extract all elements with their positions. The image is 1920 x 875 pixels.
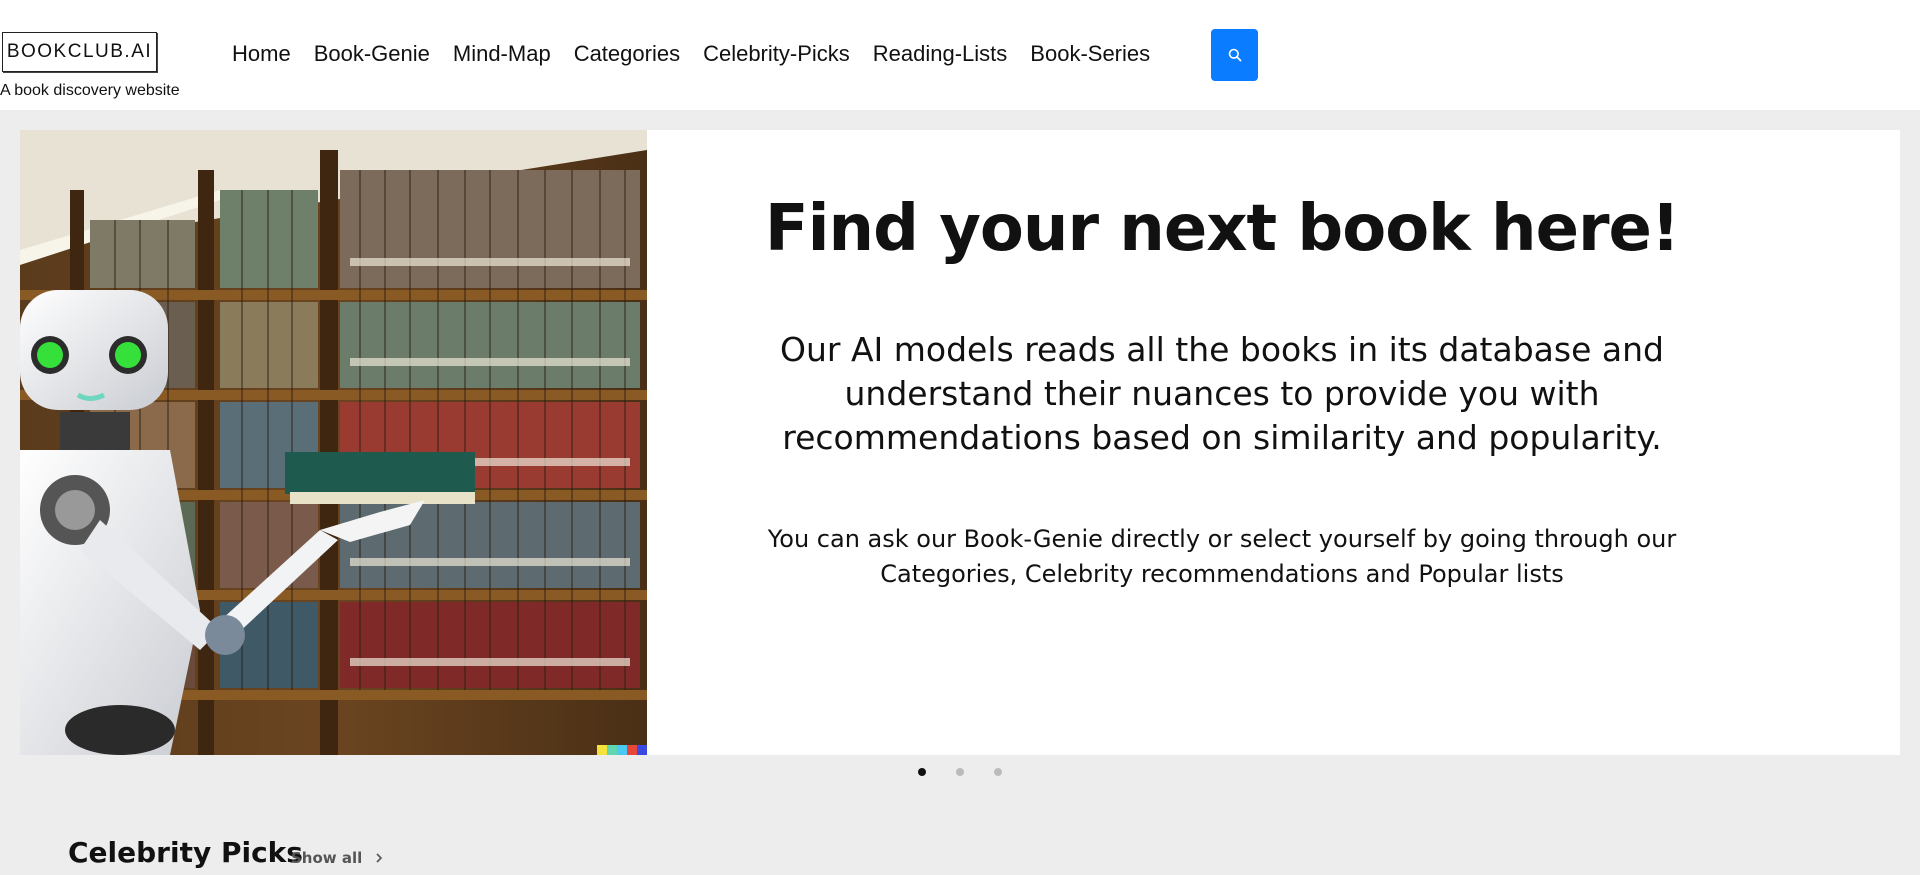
nav-reading-lists[interactable]: Reading-Lists [873, 41, 1008, 67]
hero-title: Find your next book here! [764, 192, 1680, 266]
hero-robot-library-image [20, 130, 647, 755]
hero-subdescription: You can ask our Book-Genie directly or s… [767, 525, 1677, 588]
main-nav: Home Book-Genie Mind-Map Categories Cele… [232, 41, 1173, 67]
carousel-dot-2[interactable] [956, 768, 964, 776]
nav-home[interactable]: Home [232, 41, 291, 67]
carousel-dot-1[interactable] [918, 768, 926, 776]
nav-categories[interactable]: Categories [574, 41, 680, 67]
carousel-indicators [918, 768, 1002, 776]
nav-book-series[interactable]: Book-Series [1030, 41, 1150, 67]
nav-mind-map[interactable]: Mind-Map [453, 41, 551, 67]
nav-book-genie[interactable]: Book-Genie [314, 41, 430, 67]
site-logo[interactable]: BOOKCLUB.AI [2, 32, 157, 72]
show-all-label: Show all [291, 849, 363, 867]
section-title-celebrity-picks: Celebrity Picks [68, 836, 303, 869]
hero-description: Our AI models reads all the books in its… [780, 330, 1664, 457]
chevron-right-icon [375, 853, 382, 863]
search-icon [1228, 48, 1241, 62]
nav-celebrity-picks[interactable]: Celebrity-Picks [703, 41, 850, 67]
site-header: BOOKCLUB.AI A book discovery website Hom… [0, 0, 1920, 110]
hero-carousel: Find your next book here! Our AI models … [20, 130, 1900, 755]
carousel-dot-3[interactable] [994, 768, 1002, 776]
robot-library-illustration [20, 130, 647, 755]
search-button[interactable] [1211, 29, 1258, 81]
site-tagline: A book discovery website [0, 82, 180, 99]
hero-text-panel: Find your next book here! Our AI models … [647, 130, 1900, 755]
show-all-link[interactable]: Show all [291, 849, 384, 867]
